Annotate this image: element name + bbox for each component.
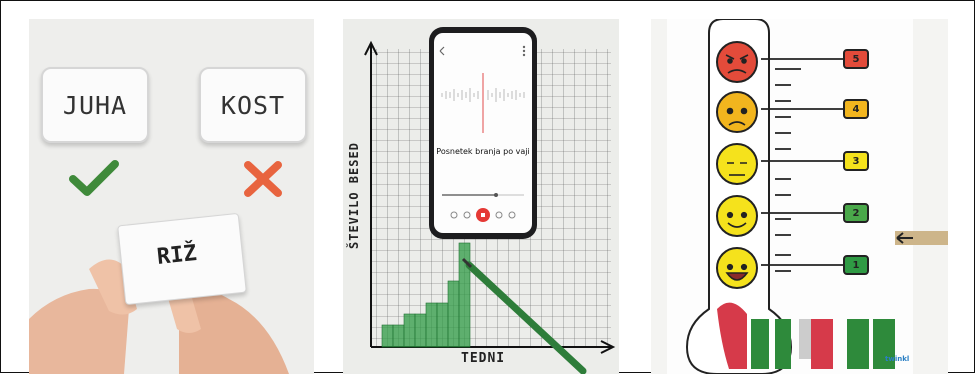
level-4-text: 4 xyxy=(852,103,860,115)
level-4-box: 4 xyxy=(843,99,869,119)
level-1-box: 1 xyxy=(843,255,869,275)
level-5-text: 5 xyxy=(852,53,860,65)
phone: Posnetek branja po vaji xyxy=(429,27,537,239)
level-2-box: 2 xyxy=(843,203,869,223)
emoji-faces-details xyxy=(725,54,749,281)
level-1-text: 1 xyxy=(852,259,860,271)
twinkl-logo: twinkl xyxy=(885,355,910,363)
level-3-box: 3 xyxy=(843,151,869,171)
level-5-box: 5 xyxy=(843,49,869,69)
recorder-app xyxy=(439,45,526,222)
hands-photo xyxy=(29,259,289,374)
panel-emotion-thermometer: 5 4 3 2 1 twinkl xyxy=(651,19,948,374)
recording-title: Posnetek branja po vaji xyxy=(436,147,530,156)
x-axis-label: TEDNI xyxy=(461,351,506,366)
panel-progress-chart: ŠTEVILO BESED TEDNI Posnetek branja po v… xyxy=(343,19,619,374)
photo-collage: JUHA KOST RIŽ ŠTEVILO BESED TEDNI Posnet… xyxy=(0,0,975,374)
level-2-text: 2 xyxy=(852,207,860,219)
phone-screen: Posnetek branja po vaji xyxy=(434,33,532,233)
level-3-text: 3 xyxy=(852,155,860,167)
panel-word-cards: JUHA KOST RIŽ xyxy=(29,19,314,374)
hand-word-card-text: RIŽ xyxy=(155,240,198,271)
thermometer-chart xyxy=(667,19,948,374)
y-axis-label: ŠTEVILO BESED xyxy=(347,142,361,249)
